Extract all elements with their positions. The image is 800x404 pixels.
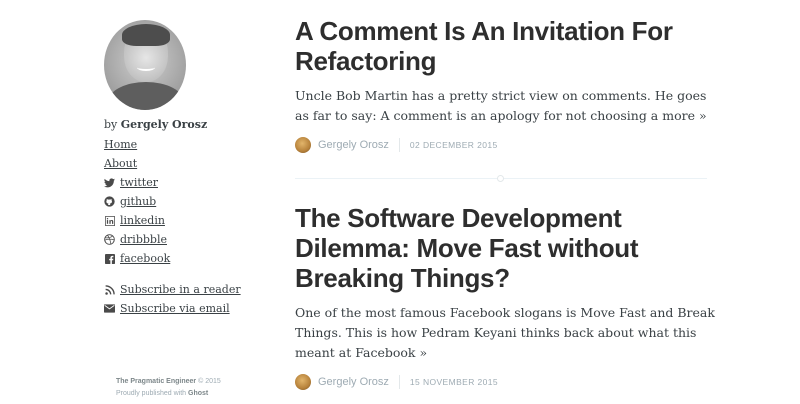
footer-copyright-line: The Pragmatic Engineer © 2015 bbox=[116, 376, 221, 388]
post-date: 02 DECEMBER 2015 bbox=[409, 140, 498, 150]
divider-dot bbox=[497, 175, 504, 182]
meta-separator bbox=[398, 138, 400, 152]
author-thumbnail bbox=[295, 374, 311, 390]
footer-copyright: © 2015 bbox=[198, 378, 221, 385]
rss-icon bbox=[104, 284, 115, 295]
sidebar: by Gergely Orosz Home About twitter gith… bbox=[104, 20, 264, 318]
post-author-link[interactable]: Gergely Orosz bbox=[318, 376, 389, 388]
post-list: A Comment Is An Invitation For Refactori… bbox=[295, 16, 715, 391]
post-meta: Gergely Orosz 02 DECEMBER 2015 bbox=[295, 136, 715, 154]
nav-link-about[interactable]: About bbox=[104, 154, 264, 173]
post-excerpt[interactable]: One of the most famous Facebook slogans … bbox=[295, 303, 715, 363]
social-link-twitter[interactable]: twitter bbox=[120, 173, 158, 192]
social-item-linkedin: linkedin bbox=[104, 211, 264, 230]
facebook-icon bbox=[104, 253, 115, 264]
twitter-icon bbox=[104, 177, 115, 188]
footer-site-name[interactable]: The Pragmatic Engineer bbox=[116, 378, 196, 385]
author-avatar[interactable] bbox=[104, 20, 186, 110]
social-item-facebook: facebook bbox=[104, 249, 264, 268]
social-link-facebook[interactable]: facebook bbox=[120, 249, 170, 268]
subscribe-email-link[interactable]: Subscribe via email bbox=[120, 299, 230, 318]
linkedin-icon bbox=[104, 215, 115, 226]
social-link-linkedin[interactable]: linkedin bbox=[120, 211, 165, 230]
meta-separator bbox=[398, 375, 400, 389]
email-icon bbox=[104, 303, 115, 314]
author-name: Gergely Orosz bbox=[120, 118, 208, 131]
subscribe-links: Subscribe in a reader Subscribe via emai… bbox=[104, 280, 264, 318]
post-title-link[interactable]: A Comment Is An Invitation For Refactori… bbox=[295, 16, 715, 76]
social-item-twitter: twitter bbox=[104, 173, 264, 192]
footer-credit: The Pragmatic Engineer © 2015 Proudly pu… bbox=[116, 376, 221, 400]
post-item: The Software Development Dilemma: Move F… bbox=[295, 203, 715, 391]
nav-link-home[interactable]: Home bbox=[104, 135, 264, 154]
social-links: twitter github linkedin dribbble faceboo… bbox=[104, 173, 264, 268]
post-excerpt[interactable]: Uncle Bob Martin has a pretty strict vie… bbox=[295, 86, 715, 126]
author-thumbnail bbox=[295, 137, 311, 153]
social-item-dribbble: dribbble bbox=[104, 230, 264, 249]
subscribe-item-email: Subscribe via email bbox=[104, 299, 264, 318]
post-meta: Gergely Orosz 15 NOVEMBER 2015 bbox=[295, 373, 715, 391]
footer-platform-link[interactable]: Ghost bbox=[188, 390, 208, 397]
social-item-github: github bbox=[104, 192, 264, 211]
by-prefix: by bbox=[104, 118, 118, 131]
post-author-link[interactable]: Gergely Orosz bbox=[318, 139, 389, 151]
social-link-github[interactable]: github bbox=[120, 192, 156, 211]
post-date: 15 NOVEMBER 2015 bbox=[409, 377, 499, 387]
post-divider bbox=[295, 175, 707, 182]
social-link-dribbble[interactable]: dribbble bbox=[120, 230, 167, 249]
post-title-link[interactable]: The Software Development Dilemma: Move F… bbox=[295, 203, 715, 293]
subscribe-reader-link[interactable]: Subscribe in a reader bbox=[120, 280, 241, 299]
subscribe-item-rss: Subscribe in a reader bbox=[104, 280, 264, 299]
footer-published-line: Proudly published with Ghost bbox=[116, 388, 221, 400]
post-item: A Comment Is An Invitation For Refactori… bbox=[295, 16, 715, 154]
sidebar-nav: Home About bbox=[104, 135, 264, 173]
author-byline: by Gergely Orosz bbox=[104, 118, 264, 131]
github-icon bbox=[104, 196, 115, 207]
footer-published-prefix: Proudly published with bbox=[116, 390, 187, 397]
dribbble-icon bbox=[104, 234, 115, 245]
